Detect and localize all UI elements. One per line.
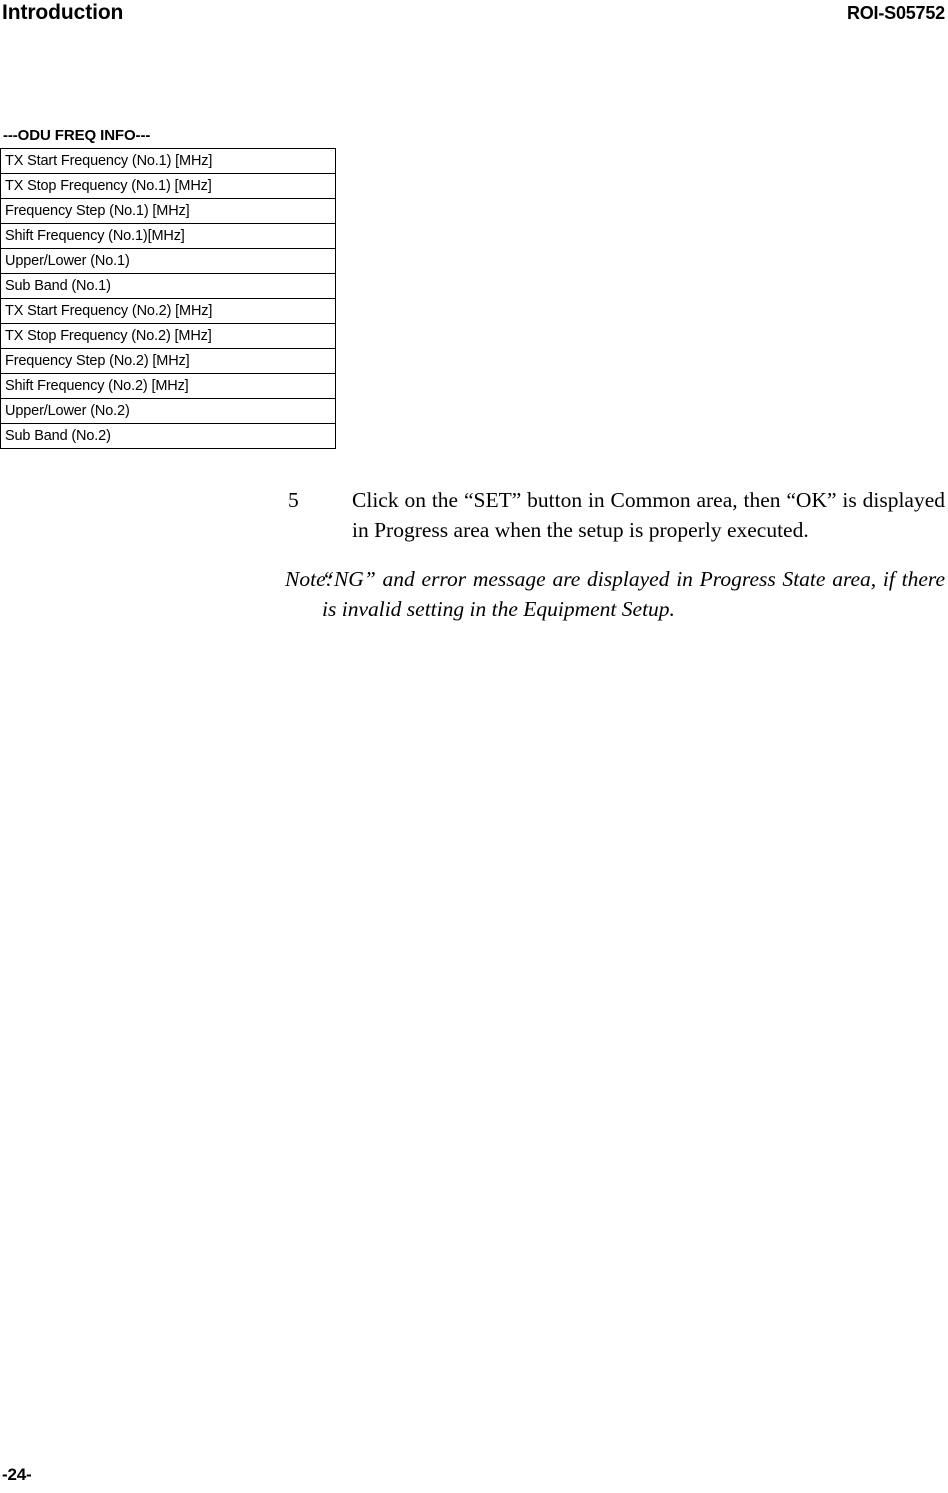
table-row: Sub Band (No.1) bbox=[0, 273, 336, 299]
procedure-step-paragraph: 5 Click on the “SET” button in Common are… bbox=[288, 485, 945, 545]
table-row: Upper/Lower (No.2) bbox=[0, 398, 336, 424]
page-header: Introduction ROI-S05752 bbox=[0, 0, 948, 28]
odu-freq-info-table-body: TX Start Frequency (No.1) [MHz] TX Stop … bbox=[0, 148, 336, 449]
table-cell-parameter-name: Frequency Step (No.1) [MHz] bbox=[0, 198, 336, 224]
table-row: Sub Band (No.2) bbox=[0, 423, 336, 449]
note-paragraph: Note:“NG” and error message are displaye… bbox=[285, 564, 945, 624]
note-label: Note: bbox=[285, 566, 333, 591]
table-cell-parameter-name: Upper/Lower (No.1) bbox=[0, 248, 336, 274]
note-text: “NG” and error message are displayed in … bbox=[322, 566, 945, 621]
table-cell-parameter-name: TX Stop Frequency (No.1) [MHz] bbox=[0, 173, 336, 199]
table-cell-parameter-name: Upper/Lower (No.2) bbox=[0, 398, 336, 424]
table-row: TX Stop Frequency (No.1) [MHz] bbox=[0, 173, 336, 199]
table-cell-parameter-name: TX Start Frequency (No.2) [MHz] bbox=[0, 298, 336, 324]
table-cell-parameter-name: TX Start Frequency (No.1) [MHz] bbox=[0, 148, 336, 174]
odu-freq-info-table: TX Start Frequency (No.1) [MHz] TX Stop … bbox=[0, 148, 336, 449]
procedure-step-text: Click on the “SET” button in Common area… bbox=[352, 487, 945, 542]
note-block: Note:“NG” and error message are displaye… bbox=[285, 542, 945, 645]
odu-freq-info-caption: ---ODU FREQ INFO--- bbox=[3, 127, 151, 144]
header-section-title: Introduction bbox=[2, 1, 124, 24]
page-footer: -24- bbox=[0, 1461, 948, 1485]
table-row: Upper/Lower (No.1) bbox=[0, 248, 336, 274]
table-row: Frequency Step (No.2) [MHz] bbox=[0, 348, 336, 374]
odu-freq-info-block: ---ODU FREQ INFO--- TX Start Frequency (… bbox=[0, 126, 340, 449]
table-cell-parameter-name: TX Stop Frequency (No.2) [MHz] bbox=[0, 323, 336, 349]
footer-page-number: -24- bbox=[2, 1465, 32, 1484]
table-row: TX Stop Frequency (No.2) [MHz] bbox=[0, 323, 336, 349]
table-cell-parameter-name: Frequency Step (No.2) [MHz] bbox=[0, 348, 336, 374]
table-cell-parameter-name: Sub Band (No.1) bbox=[0, 273, 336, 299]
table-cell-parameter-name: Shift Frequency (No.2) [MHz] bbox=[0, 373, 336, 399]
table-row: Frequency Step (No.1) [MHz] bbox=[0, 198, 336, 224]
document-page: Introduction ROI-S05752 ---ODU FREQ INFO… bbox=[0, 0, 948, 1493]
procedure-step-number: 5 bbox=[288, 487, 299, 512]
table-row: TX Start Frequency (No.1) [MHz] bbox=[0, 148, 336, 174]
header-document-id: ROI-S05752 bbox=[846, 3, 945, 23]
table-row: Shift Frequency (No.1)[MHz] bbox=[0, 223, 336, 249]
table-row: TX Start Frequency (No.2) [MHz] bbox=[0, 298, 336, 324]
table-cell-parameter-name: Sub Band (No.2) bbox=[0, 423, 336, 449]
table-row: Shift Frequency (No.2) [MHz] bbox=[0, 373, 336, 399]
table-cell-parameter-name: Shift Frequency (No.1)[MHz] bbox=[0, 223, 336, 249]
